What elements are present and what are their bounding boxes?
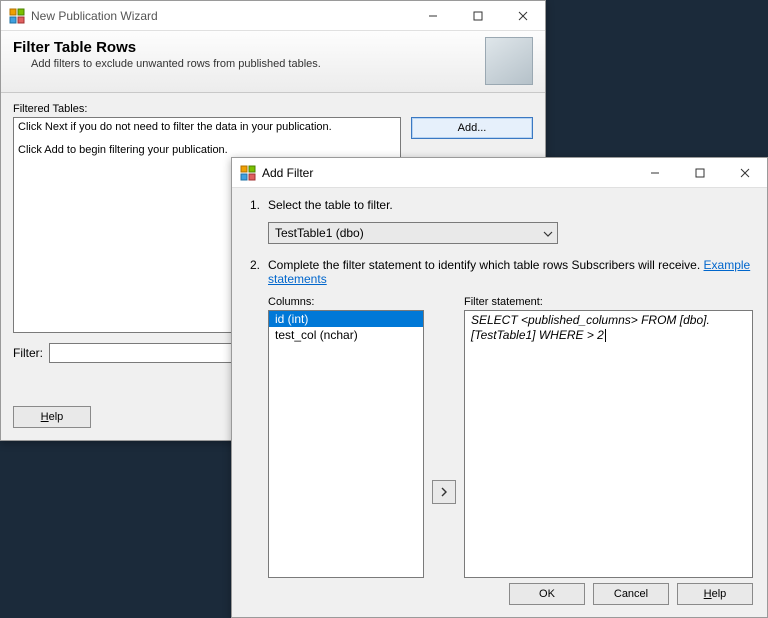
columns-panel: Columns: id (int) test_col (nchar): [268, 296, 424, 578]
wizard-heading: Filter Table Rows: [13, 39, 533, 56]
dialog-footer: OK Cancel Help: [509, 583, 753, 605]
cancel-button[interactable]: Cancel: [593, 583, 669, 605]
add-button[interactable]: Add...: [411, 117, 533, 139]
filtered-tables-label: Filtered Tables:: [13, 103, 533, 115]
column-item[interactable]: id (int): [269, 311, 423, 327]
step-1-num: 1.: [246, 198, 260, 212]
columns-list[interactable]: id (int) test_col (nchar): [268, 310, 424, 578]
chevron-right-icon: [440, 487, 448, 497]
filter-statement-line: SELECT <published_columns> FROM [dbo].: [471, 313, 746, 328]
filter-statement-input[interactable]: SELECT <published_columns> FROM [dbo]. […: [464, 310, 753, 578]
dialog-titlebar: Add Filter: [232, 158, 767, 188]
server-icon: [485, 37, 533, 85]
maximize-button[interactable]: [677, 159, 722, 187]
filter-statement-label: Filter statement:: [464, 296, 753, 308]
table-select-value: TestTable1 (dbo): [275, 226, 364, 240]
add-column-arrow-button[interactable]: [432, 480, 456, 504]
dialog-window-controls: [632, 159, 767, 187]
minimize-button[interactable]: [632, 159, 677, 187]
wizard-titlebar: New Publication Wizard: [1, 1, 545, 31]
wizard-title: New Publication Wizard: [31, 9, 410, 23]
help-button[interactable]: Help: [13, 406, 91, 428]
table-select[interactable]: TestTable1 (dbo): [268, 222, 558, 244]
columns-and-statement: Columns: id (int) test_col (nchar) Filte…: [268, 296, 753, 578]
step-2: 2. Complete the filter statement to iden…: [246, 258, 753, 286]
statement-panel: Filter statement: SELECT <published_colu…: [464, 296, 753, 578]
filter-label: Filter:: [13, 346, 43, 360]
chevron-down-icon: [543, 226, 553, 240]
minimize-button[interactable]: [410, 2, 455, 30]
wizard-window-controls: [410, 2, 545, 30]
wizard-subheading: Add filters to exclude unwanted rows fro…: [31, 58, 533, 70]
close-button[interactable]: [500, 2, 545, 30]
text-caret: [605, 329, 606, 342]
step-2-num: 2.: [246, 258, 260, 286]
help-button-rest: elp: [49, 411, 64, 423]
filter-statement-line: [TestTable1] WHERE > 2: [471, 328, 746, 343]
list-hint-1: Click Next if you do not need to filter …: [18, 120, 396, 135]
columns-label: Columns:: [268, 296, 424, 308]
step-2-text: Complete the filter statement to identif…: [268, 258, 753, 286]
step-1: 1. Select the table to filter.: [246, 198, 753, 212]
dialog-body: 1. Select the table to filter. TestTable…: [232, 188, 767, 588]
app-icon: [240, 165, 256, 181]
column-item[interactable]: test_col (nchar): [269, 327, 423, 343]
wizard-header: Filter Table Rows Add filters to exclude…: [1, 31, 545, 93]
maximize-button[interactable]: [455, 2, 500, 30]
app-icon: [9, 8, 25, 24]
close-button[interactable]: [722, 159, 767, 187]
ok-button[interactable]: OK: [509, 583, 585, 605]
add-filter-dialog: Add Filter 1. Select the table to filter…: [231, 157, 768, 618]
step-1-text: Select the table to filter.: [268, 198, 753, 212]
dialog-title: Add Filter: [262, 166, 632, 180]
dialog-help-button[interactable]: Help: [677, 583, 753, 605]
